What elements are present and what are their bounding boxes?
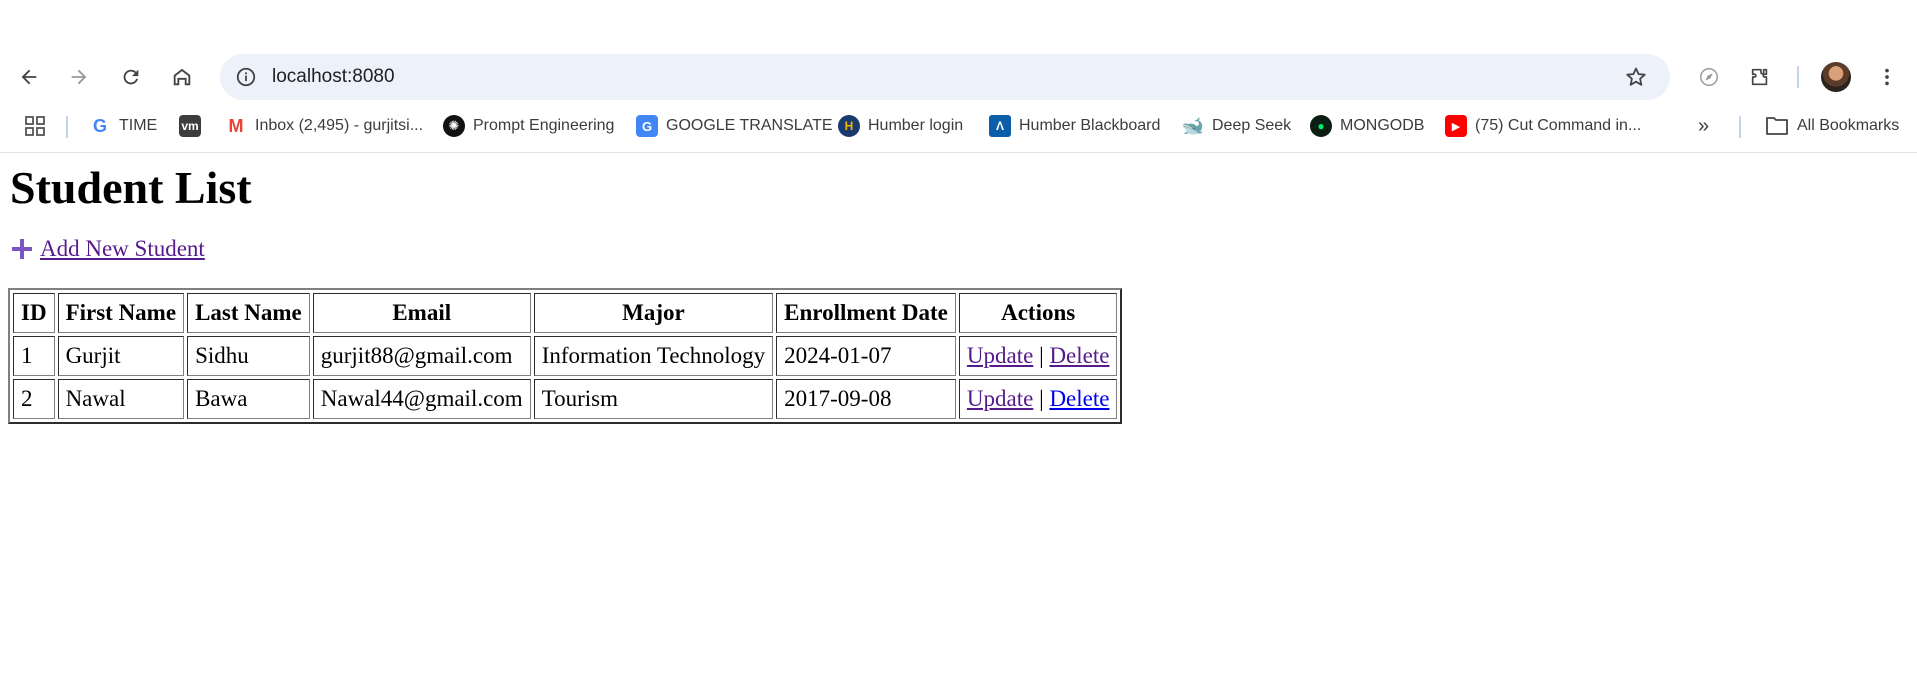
folder-icon [1766, 117, 1788, 135]
humber-icon: H [838, 115, 860, 137]
extensions-button[interactable] [1742, 59, 1778, 95]
translate-icon: G [636, 115, 658, 137]
header-major: Major [533, 293, 774, 333]
kebab-menu-icon [1885, 68, 1889, 86]
bookmark-time[interactable]: G TIME [89, 115, 157, 137]
url-text[interactable]: localhost:8080 [272, 66, 395, 88]
cell-first-name: Gurjit [57, 336, 185, 376]
chevron-double-right-icon: » [1698, 115, 1710, 137]
students-table: ID First Name Last Name Email Major Enro… [8, 288, 1123, 424]
bookmarks-divider [1739, 116, 1741, 138]
home-icon [173, 68, 191, 86]
browser-toolbar: localhost:8080 [0, 52, 1917, 102]
bookmark-mongodb[interactable]: ● MONGODB [1310, 115, 1424, 137]
reload-button[interactable] [113, 59, 149, 95]
browser-top-strip [0, 0, 1917, 52]
bookmark-label: Deep Seek [1212, 117, 1292, 134]
cell-id: 2 [13, 379, 55, 419]
bookmark-humber-login[interactable]: H Humber login [838, 115, 963, 137]
cell-actions: Update | Delete [958, 336, 1118, 376]
apps-grid-icon [25, 116, 45, 136]
add-new-student-link[interactable]: Add New Student [10, 236, 205, 262]
bookmark-label: Prompt Engineering [473, 117, 615, 134]
bookmark-youtube[interactable]: ▶ (75) Cut Command in... [1445, 115, 1641, 137]
bookmark-label: Humber login [868, 117, 964, 134]
header-last-name: Last Name [187, 293, 310, 333]
bookmark-inbox[interactable]: M Inbox (2,495) - gurjitsi... [225, 115, 423, 137]
mongodb-icon: ● [1310, 115, 1332, 137]
bookmarks-divider [66, 116, 68, 138]
table-row: 1 Gurjit Sidhu gurjit88@gmail.com Inform… [13, 336, 1118, 376]
cell-id: 1 [13, 336, 55, 376]
bookmark-label: Humber Blackboard [1019, 117, 1161, 134]
vm-icon: vm [179, 115, 201, 137]
more-bookmarks-button[interactable]: » [1698, 115, 1709, 138]
compass-icon [1700, 68, 1718, 86]
reload-icon [123, 69, 139, 85]
openai-icon: ✺ [443, 115, 465, 137]
delete-link[interactable]: Delete [1049, 343, 1109, 368]
blackboard-icon: Λ [989, 115, 1011, 137]
puzzle-icon [1751, 68, 1768, 86]
toolbar-divider [1797, 66, 1799, 88]
cell-first-name: Nawal [57, 379, 185, 419]
header-email: Email [312, 293, 531, 333]
cell-email: Nawal44@gmail.com [312, 379, 531, 419]
forward-button[interactable] [61, 59, 97, 95]
bookmark-prompt-engineering[interactable]: ✺ Prompt Engineering [443, 115, 614, 137]
delete-link[interactable]: Delete [1049, 386, 1109, 411]
cell-last-name: Bawa [187, 379, 310, 419]
bookmark-label: GOOGLE TRANSLATE [666, 117, 833, 134]
site-info-icon[interactable] [234, 65, 258, 89]
header-id: ID [13, 293, 55, 333]
apps-button[interactable] [24, 115, 46, 137]
bookmarks-bar: G TIME vm M Inbox (2,495) - gurjitsi... … [0, 102, 1917, 153]
bookmark-star-icon[interactable] [1624, 65, 1648, 89]
bookmark-label: Inbox (2,495) - gurjitsi... [255, 117, 424, 134]
all-bookmarks-button[interactable]: All Bookmarks [1765, 115, 1899, 137]
google-icon: G [89, 115, 111, 137]
cell-email: gurjit88@gmail.com [312, 336, 531, 376]
bookmark-deep-seek[interactable]: 🐋 Deep Seek [1182, 115, 1291, 137]
arrow-right-icon [71, 69, 87, 85]
plus-icon [12, 239, 32, 259]
cell-major: Tourism [533, 379, 774, 419]
header-first-name: First Name [57, 293, 185, 333]
cell-major: Information Technology [533, 336, 774, 376]
youtube-icon: ▶ [1445, 115, 1467, 137]
action-separator: | [1039, 343, 1044, 368]
add-new-student-label: Add New Student [40, 236, 205, 261]
page-content: Student List Add New Student ID First Na… [0, 161, 1917, 424]
extension-pen-button[interactable] [1691, 59, 1727, 95]
action-separator: | [1039, 386, 1044, 411]
cell-actions: Update | Delete [958, 379, 1118, 419]
deepseek-icon: 🐋 [1181, 115, 1205, 137]
cell-enrollment-date: 2024-01-07 [776, 336, 956, 376]
all-bookmarks-label: All Bookmarks [1797, 117, 1900, 134]
cell-last-name: Sidhu [187, 336, 310, 376]
bookmark-google-translate[interactable]: G GOOGLE TRANSLATE [636, 115, 833, 137]
bookmark-label: TIME [119, 117, 158, 134]
bookmark-label: MONGODB [1340, 117, 1425, 134]
update-link[interactable]: Update [967, 343, 1033, 368]
back-button[interactable] [11, 59, 47, 95]
bookmark-label: (75) Cut Command in... [1475, 117, 1642, 134]
gmail-icon: M [225, 115, 247, 137]
page-title: Student List [10, 162, 252, 213]
update-link[interactable]: Update [967, 386, 1033, 411]
header-enrollment-date: Enrollment Date [776, 293, 956, 333]
table-header-row: ID First Name Last Name Email Major Enro… [13, 293, 1118, 333]
bookmark-vm[interactable]: vm [179, 115, 201, 137]
bookmark-humber-blackboard[interactable]: Λ Humber Blackboard [989, 115, 1160, 137]
cell-enrollment-date: 2017-09-08 [776, 379, 956, 419]
address-bar[interactable]: localhost:8080 [220, 54, 1670, 100]
profile-avatar[interactable] [1821, 62, 1851, 92]
menu-button[interactable] [1869, 59, 1905, 95]
table-row: 2 Nawal Bawa Nawal44@gmail.com Tourism 2… [13, 379, 1118, 419]
header-actions: Actions [958, 293, 1118, 333]
home-button[interactable] [164, 59, 200, 95]
arrow-left-icon [21, 69, 37, 85]
